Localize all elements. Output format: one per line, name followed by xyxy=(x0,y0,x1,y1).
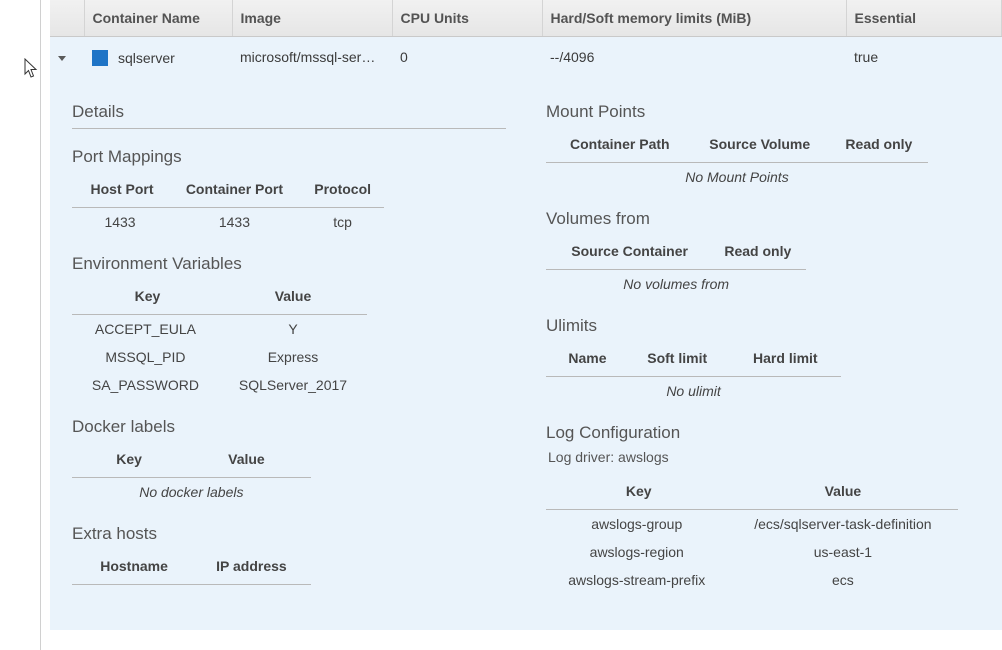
cell-cpu: 0 xyxy=(392,37,542,77)
col-source-container: Source Container xyxy=(546,235,709,270)
col-readonly: Read only xyxy=(709,235,806,270)
cell-memory: --/4096 xyxy=(542,37,846,77)
log-row: awslogs-stream-prefixecs xyxy=(546,566,958,594)
details-heading: Details xyxy=(72,102,506,122)
extra-hosts-heading: Extra hosts xyxy=(72,524,506,544)
col-soft-limit: Soft limit xyxy=(625,342,730,377)
col-log-value: Value xyxy=(727,475,958,510)
extra-hosts-table: Hostname IP address xyxy=(72,550,311,585)
log-row: awslogs-regionus-east-1 xyxy=(546,538,958,566)
env-row: SA_PASSWORDSQLServer_2017 xyxy=(72,371,367,399)
col-env-value: Value xyxy=(219,280,367,315)
mount-points-empty: No Mount Points xyxy=(546,163,928,192)
volumes-from-heading: Volumes from xyxy=(546,209,980,229)
col-cpu[interactable]: CPU Units xyxy=(392,0,542,37)
port-mappings-table: Host Port Container Port Protocol 1433 1… xyxy=(72,173,384,236)
log-driver-line: Log driver: awslogs xyxy=(548,449,980,465)
col-expand xyxy=(50,0,84,37)
col-label-value: Value xyxy=(182,443,311,478)
docker-labels-heading: Docker labels xyxy=(72,417,506,437)
col-label-key: Key xyxy=(72,443,182,478)
col-essential[interactable]: Essential xyxy=(846,0,1002,37)
volumes-from-empty: No volumes from xyxy=(546,270,806,299)
volumes-from-table: Source Container Read only No volumes fr… xyxy=(546,235,806,298)
col-env-key: Key xyxy=(72,280,219,315)
col-host-port: Host Port xyxy=(72,173,168,208)
divider xyxy=(72,128,506,129)
cell-image: microsoft/mssql-ser… xyxy=(232,37,392,77)
col-source-volume: Source Volume xyxy=(690,128,830,163)
port-mappings-heading: Port Mappings xyxy=(72,147,506,167)
env-row: ACCEPT_EULAY xyxy=(72,315,367,344)
col-image[interactable]: Image xyxy=(232,0,392,37)
containers-table: Container Name Image CPU Units Hard/Soft… xyxy=(50,0,1002,76)
col-container-port: Container Port xyxy=(168,173,301,208)
col-readonly: Read only xyxy=(830,128,928,163)
log-config-heading: Log Configuration xyxy=(546,423,980,443)
docker-labels-empty: No docker labels xyxy=(72,478,311,507)
chevron-down-icon[interactable] xyxy=(58,56,66,61)
col-container-name[interactable]: Container Name xyxy=(84,0,232,37)
env-vars-table: Key Value ACCEPT_EULAY MSSQL_PIDExpress … xyxy=(72,280,367,399)
left-ruler xyxy=(40,0,41,650)
mount-points-table: Container Path Source Volume Read only N… xyxy=(546,128,928,191)
log-config-table: Key Value awslogs-group/ecs/sqlserver-ta… xyxy=(546,475,958,594)
cell-container-name: sqlserver xyxy=(84,37,232,77)
env-row: MSSQL_PIDExpress xyxy=(72,343,367,371)
col-hostname: Hostname xyxy=(72,550,192,585)
cell-essential: true xyxy=(846,37,1002,77)
col-ip: IP address xyxy=(192,550,311,585)
port-mapping-row: 1433 1433 tcp xyxy=(72,208,384,237)
container-color-swatch xyxy=(92,50,108,66)
docker-labels-table: Key Value No docker labels xyxy=(72,443,311,506)
ulimits-empty: No ulimit xyxy=(546,377,841,406)
mount-points-heading: Mount Points xyxy=(546,102,980,122)
ulimits-heading: Ulimits xyxy=(546,316,980,336)
col-memory[interactable]: Hard/Soft memory limits (MiB) xyxy=(542,0,846,37)
containers-table-header: Container Name Image CPU Units Hard/Soft… xyxy=(50,0,1002,37)
container-row[interactable]: sqlserver microsoft/mssql-ser… 0 --/4096… xyxy=(50,37,1002,77)
env-vars-heading: Environment Variables xyxy=(72,254,506,274)
container-details-panel: Details Port Mappings Host Port Containe… xyxy=(50,76,1002,630)
col-ulimit-name: Name xyxy=(546,342,625,377)
col-log-key: Key xyxy=(546,475,727,510)
col-protocol: Protocol xyxy=(301,173,385,208)
ulimits-table: Name Soft limit Hard limit No ulimit xyxy=(546,342,841,405)
col-container-path: Container Path xyxy=(546,128,690,163)
mouse-cursor-icon xyxy=(24,58,40,80)
log-row: awslogs-group/ecs/sqlserver-task-definit… xyxy=(546,510,958,539)
col-hard-limit: Hard limit xyxy=(730,342,842,377)
